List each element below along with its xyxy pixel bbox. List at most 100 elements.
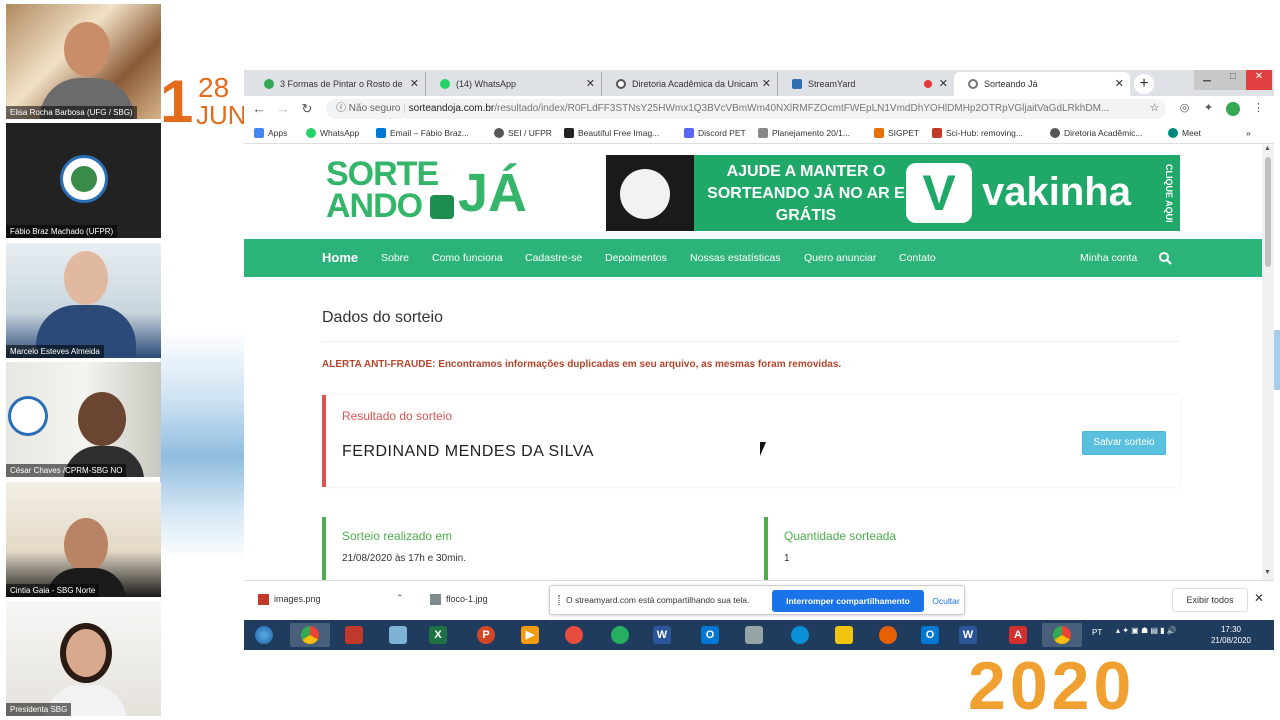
stop-sharing-button[interactable]: Interromper compartilhamento bbox=[772, 590, 924, 612]
taskbar-app[interactable]: O bbox=[690, 623, 730, 647]
bookmark-item[interactable]: Beautiful Free Imag... bbox=[564, 126, 659, 140]
page-scrollbar[interactable]: ▲ ▼ bbox=[1262, 145, 1274, 580]
taskbar-app[interactable]: P bbox=[466, 623, 506, 647]
info-icon[interactable]: ⓘ bbox=[336, 103, 346, 114]
tab-close-icon[interactable]: ✕ bbox=[762, 72, 771, 96]
chrome-icon bbox=[1053, 626, 1071, 644]
participant-tile[interactable]: Marcelo Esteves Almeida bbox=[6, 243, 161, 358]
bookmarks-overflow-icon[interactable]: » bbox=[1246, 126, 1251, 140]
bookmark-apps[interactable]: Apps bbox=[254, 126, 287, 140]
menu-kebab-icon[interactable]: ⋮ bbox=[1252, 102, 1265, 115]
taskbar-app[interactable] bbox=[600, 623, 640, 647]
bookmark-item[interactable]: SIGPET bbox=[874, 126, 919, 140]
tab-close-icon[interactable]: ✕ bbox=[586, 72, 595, 96]
participant-video bbox=[78, 392, 126, 446]
scrollbar-thumb[interactable] bbox=[1265, 157, 1271, 267]
notes-icon bbox=[389, 626, 407, 644]
taskbar-app[interactable] bbox=[290, 623, 330, 647]
nav-cadastre-se[interactable]: Cadastre-se bbox=[525, 239, 582, 277]
puzzle-icon[interactable]: ✦ bbox=[1202, 102, 1215, 115]
nav-estatisticas[interactable]: Nossas estatísticas bbox=[690, 239, 780, 277]
bookmark-item[interactable]: Planejamento 20/1... bbox=[758, 126, 850, 140]
bookmark-item[interactable]: SEI / UFPR bbox=[494, 126, 552, 140]
download-item[interactable]: images.png bbox=[258, 594, 321, 605]
nav-sobre[interactable]: Sobre bbox=[381, 239, 409, 277]
tab-close-icon[interactable]: ✕ bbox=[1115, 72, 1124, 96]
browser-tab[interactable]: StreamYard ✕ bbox=[778, 72, 954, 96]
bookmark-item[interactable]: Meet bbox=[1168, 126, 1201, 140]
tray-icons[interactable]: ▴ ✦ ▣ ☗ ▤ ▮ 🔊 bbox=[1116, 626, 1177, 635]
taskbar-app[interactable] bbox=[824, 623, 864, 647]
taskbar-app[interactable]: X bbox=[418, 623, 458, 647]
taskbar-app[interactable]: A bbox=[998, 623, 1038, 647]
bookmark-star-icon[interactable]: ☆ bbox=[1148, 102, 1161, 115]
browser-tab[interactable]: (14) WhatsApp ✕ bbox=[426, 72, 602, 96]
taskbar-app[interactable] bbox=[554, 623, 594, 647]
browser-tab-active[interactable]: Sorteando Já ✕ bbox=[954, 72, 1130, 96]
nav-minha-conta[interactable]: Minha conta bbox=[1080, 239, 1137, 277]
participant-tile[interactable]: Elisa Rocha Barbosa (UFG / SBG) bbox=[6, 4, 161, 119]
globe-icon bbox=[1050, 128, 1060, 138]
tab-close-icon[interactable]: ✕ bbox=[939, 72, 948, 96]
show-all-downloads-button[interactable]: Exibir todos bbox=[1172, 588, 1248, 612]
nav-quero-anunciar[interactable]: Quero anunciar bbox=[804, 239, 876, 277]
search-icon[interactable] bbox=[1158, 251, 1172, 265]
profile-avatar[interactable] bbox=[1226, 102, 1240, 116]
close-icon[interactable]: ✕ bbox=[1254, 591, 1264, 605]
nav-contato[interactable]: Contato bbox=[899, 239, 936, 277]
bookmark-item[interactable]: Sci-Hub: removing... bbox=[932, 126, 1023, 140]
bookmark-item[interactable]: Email – Fábio Braz... bbox=[376, 126, 469, 140]
back-icon[interactable]: ← bbox=[250, 100, 268, 118]
address-bar[interactable]: ⓘ Não seguro | sorteandoja.com.br/result… bbox=[326, 99, 1166, 119]
minimize-button[interactable]: ▁ bbox=[1194, 70, 1220, 90]
new-tab-button[interactable]: + bbox=[1134, 74, 1154, 94]
browser-tab[interactable]: 3 Formas de Pintar o Rosto de ✕ bbox=[250, 72, 426, 96]
taskbar-app[interactable] bbox=[378, 623, 418, 647]
taskbar-app[interactable]: O bbox=[910, 623, 950, 647]
nav-depoimentos[interactable]: Depoimentos bbox=[605, 239, 667, 277]
bookmark-item[interactable]: Discord PET bbox=[684, 126, 746, 140]
taskbar-app[interactable] bbox=[334, 623, 374, 647]
bookmark-item[interactable]: WhatsApp bbox=[306, 126, 359, 140]
security-label: Não seguro bbox=[348, 103, 401, 114]
participant-tile[interactable]: Cintia Gaia - SBG Norte bbox=[6, 482, 161, 597]
participant-tile[interactable]: César Chaves /CPRM-SBG NO bbox=[6, 362, 161, 477]
nav-como-funciona[interactable]: Como funciona bbox=[432, 239, 503, 277]
bookmark-label: Beautiful Free Imag... bbox=[578, 128, 660, 138]
scroll-up-icon[interactable]: ▲ bbox=[1264, 145, 1271, 152]
participant-tile[interactable]: Presidenta SBG bbox=[6, 601, 161, 716]
taskbar-app[interactable]: ▶ bbox=[510, 623, 550, 647]
nav-home[interactable]: Home bbox=[322, 239, 358, 277]
chevron-up-icon[interactable]: ⌃ bbox=[396, 593, 404, 604]
extension-icon[interactable]: ◎ bbox=[1178, 102, 1191, 115]
taskbar-app[interactable] bbox=[734, 623, 774, 647]
event-date: 1 28 JUN bbox=[160, 72, 250, 132]
language-indicator[interactable]: PT bbox=[1092, 628, 1102, 637]
reload-icon[interactable]: ↻ bbox=[298, 100, 316, 118]
close-window-button[interactable]: ✕ bbox=[1246, 70, 1272, 90]
download-item[interactable]: floco-1.jpg bbox=[430, 594, 488, 605]
drag-handle-icon[interactable] bbox=[558, 595, 560, 605]
red-app-icon bbox=[565, 626, 583, 644]
vakinha-banner[interactable]: AJUDE A MANTER O SORTEANDO JÁ NO AR E GR… bbox=[606, 155, 1180, 231]
tab-close-icon[interactable]: ✕ bbox=[410, 72, 419, 96]
participant-tile[interactable]: Fábio Braz Machado (UFPR) bbox=[6, 123, 161, 238]
maximize-button[interactable]: □ bbox=[1220, 70, 1246, 90]
forward-icon[interactable]: → bbox=[274, 100, 292, 118]
site-logo[interactable]: SORTE ANDO JÁ bbox=[326, 155, 536, 231]
bookmark-item[interactable]: Diretoria Acadêmic... bbox=[1050, 126, 1142, 140]
taskbar-app[interactable]: W bbox=[948, 623, 988, 647]
participant-name: Elisa Rocha Barbosa (UFG / SBG) bbox=[6, 106, 137, 119]
start-button[interactable] bbox=[244, 623, 284, 647]
scroll-down-icon[interactable]: ▼ bbox=[1264, 569, 1271, 576]
taskbar-app[interactable] bbox=[868, 623, 908, 647]
save-draw-button[interactable]: Salvar sorteio bbox=[1082, 431, 1166, 455]
browser-tab[interactable]: Diretoria Acadêmica da Unicam ✕ bbox=[602, 72, 778, 96]
taskbar-app[interactable] bbox=[1042, 623, 1082, 647]
outlook-icon: O bbox=[921, 626, 939, 644]
calculator-icon bbox=[745, 626, 763, 644]
hide-notice-button[interactable]: Ocultar bbox=[928, 590, 964, 612]
taskbar-app[interactable]: W bbox=[642, 623, 682, 647]
taskbar-app[interactable] bbox=[780, 623, 820, 647]
taskbar-clock[interactable]: 17:30 21/08/2020 bbox=[1206, 624, 1256, 646]
